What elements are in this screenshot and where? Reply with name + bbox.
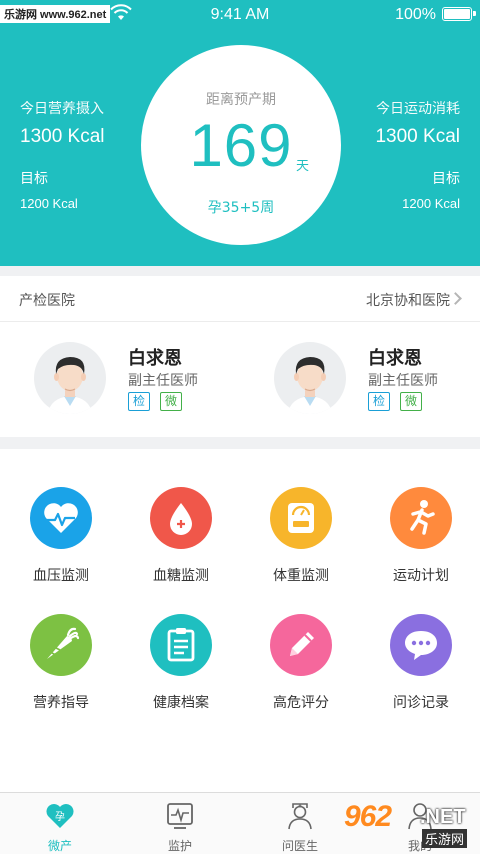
countdown-unit: 天 bbox=[296, 159, 310, 174]
tab-label: 监护 bbox=[167, 839, 192, 853]
nutrition-intake[interactable]: 今日营养摄入 1300 Kcal 目标 1200 Kcal bbox=[20, 98, 105, 211]
nutrition-goal-value: 1200 Kcal bbox=[20, 196, 78, 211]
feature-label: 血糖监测 bbox=[153, 568, 209, 584]
exercise-goal-label: 目标 bbox=[432, 171, 460, 187]
feature-label: 健康档案 bbox=[153, 695, 209, 711]
nutrition-goal-label: 目标 bbox=[20, 171, 48, 187]
battery-percent: 100% bbox=[395, 6, 436, 23]
hospital-name: 北京协和医院 bbox=[366, 293, 450, 309]
doctor-title: 副主任医师 bbox=[368, 373, 438, 389]
feature-health-record[interactable]: 健康档案 bbox=[120, 614, 240, 724]
nutrition-label: 今日营养摄入 bbox=[20, 101, 104, 117]
doctor-title: 副主任医师 bbox=[128, 373, 198, 389]
scale-icon bbox=[270, 487, 332, 549]
blood-drop-icon bbox=[150, 487, 212, 549]
doctor-card[interactable]: 白求恩 副主任医师 检 微 bbox=[0, 330, 240, 430]
exercise-goal-value: 1200 Kcal bbox=[402, 196, 460, 211]
feature-label: 高危评分 bbox=[273, 695, 329, 711]
chevron-right-icon bbox=[449, 292, 462, 305]
watermark-cn: 乐游网 bbox=[422, 829, 468, 848]
status-bar: 乐游网 www.962.net 9:41 AM 100% bbox=[0, 0, 480, 30]
exercise-value: 1300 Kcal bbox=[375, 126, 460, 147]
exercise-label: 今日运动消耗 bbox=[376, 101, 460, 117]
feature-consult-record[interactable]: 问诊记录 bbox=[360, 614, 480, 724]
watermark-big: 962 bbox=[344, 800, 392, 833]
watermark-net: .NET bbox=[420, 806, 466, 828]
feature-blood-sugar[interactable]: 血糖监测 bbox=[120, 487, 240, 597]
tab-label: 微产 bbox=[47, 839, 72, 853]
tab-monitor[interactable]: 监护 bbox=[120, 793, 240, 854]
clipboard-icon bbox=[150, 614, 212, 676]
feature-label: 运动计划 bbox=[393, 568, 449, 584]
feature-risk-score[interactable]: 高危评分 bbox=[240, 614, 360, 724]
doctor-card[interactable]: 白求恩 副主任医师 检 微 bbox=[240, 330, 480, 430]
heart-pulse-icon bbox=[30, 487, 92, 549]
feature-label: 营养指导 bbox=[33, 695, 89, 711]
pencil-icon bbox=[270, 614, 332, 676]
doctor-name: 白求恩 bbox=[128, 348, 182, 369]
section-divider bbox=[0, 266, 480, 276]
feature-blood-pressure[interactable]: 血压监测 bbox=[0, 487, 120, 597]
doctor-name: 白求恩 bbox=[368, 348, 422, 369]
hospital-label: 产检医院 bbox=[19, 293, 75, 309]
tab-pregnancy[interactable]: 孕 微产 bbox=[0, 793, 120, 854]
chat-bubble-icon bbox=[390, 614, 452, 676]
feature-label: 血压监测 bbox=[33, 568, 89, 584]
countdown-title: 距离预产期 bbox=[206, 92, 276, 108]
carrot-icon bbox=[30, 614, 92, 676]
header-panel: 乐游网 www.962.net 9:41 AM 100% 今日营养摄入 1300… bbox=[0, 0, 480, 266]
svg-text:孕: 孕 bbox=[55, 811, 65, 823]
pregnancy-heart-icon: 孕 bbox=[46, 804, 74, 828]
checkup-tag[interactable]: 检 bbox=[128, 392, 150, 411]
doctor-icon bbox=[288, 803, 312, 830]
due-date-countdown[interactable]: 距离预产期 169 天 孕35+5周 bbox=[141, 45, 341, 245]
battery-icon bbox=[442, 7, 476, 21]
nutrition-value: 1300 Kcal bbox=[20, 126, 105, 147]
checkup-tag[interactable]: 检 bbox=[368, 392, 390, 411]
monitor-icon bbox=[167, 803, 193, 829]
section-divider bbox=[0, 437, 480, 449]
doctor-avatar bbox=[34, 342, 106, 414]
hospital-row[interactable]: 产检医院 北京协和医院 bbox=[0, 276, 480, 322]
feature-nutrition[interactable]: 营养指导 bbox=[0, 614, 120, 724]
wechat-tag[interactable]: 微 bbox=[160, 392, 182, 411]
feature-exercise-plan[interactable]: 运动计划 bbox=[360, 487, 480, 597]
feature-label: 问诊记录 bbox=[393, 695, 449, 711]
watermark-logo: 962 .NET 乐游网 bbox=[340, 798, 476, 850]
feature-label: 体重监测 bbox=[273, 568, 329, 584]
running-icon bbox=[390, 487, 452, 549]
pregnancy-week: 孕35+5周 bbox=[207, 200, 275, 216]
wechat-tag[interactable]: 微 bbox=[400, 392, 422, 411]
doctor-avatar bbox=[274, 342, 346, 414]
countdown-days: 169 bbox=[189, 112, 293, 179]
exercise-burn[interactable]: 今日运动消耗 1300 Kcal 目标 1200 Kcal bbox=[375, 98, 460, 211]
feature-weight[interactable]: 体重监测 bbox=[240, 487, 360, 597]
